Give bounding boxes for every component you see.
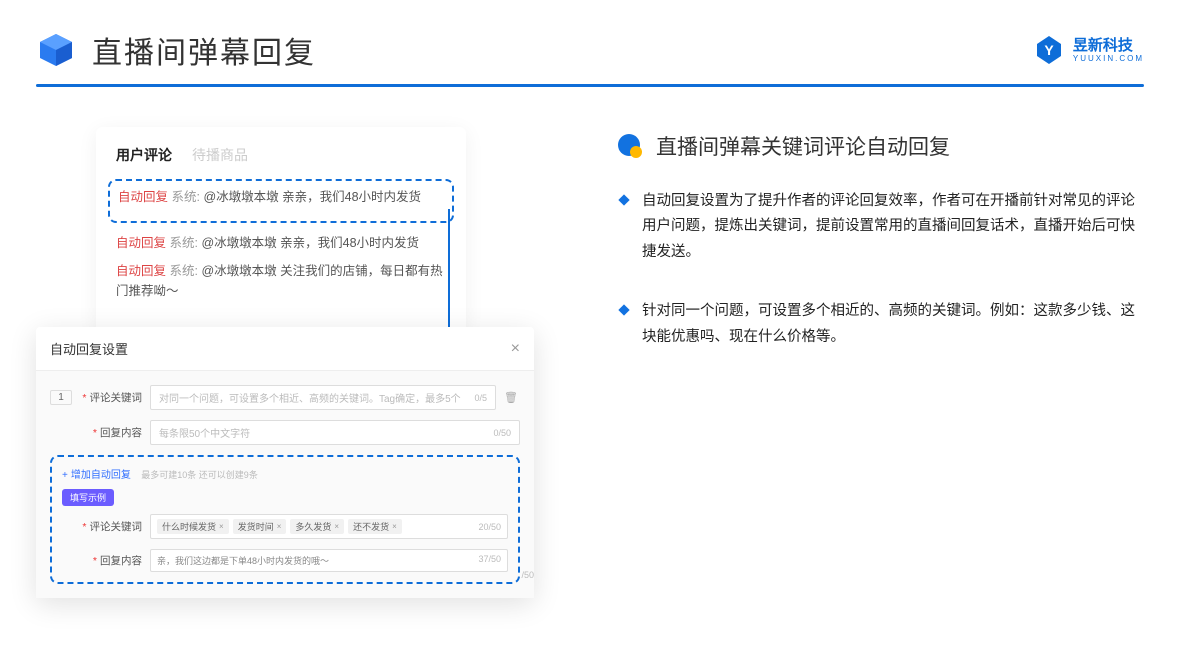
auto-reply-tag: 自动回复 bbox=[116, 236, 166, 250]
section-title: 直播间弹幕关键词评论自动回复 bbox=[656, 131, 950, 161]
page-title: 直播间弹幕回复 bbox=[92, 28, 316, 72]
bullet-text: 自动回复设置为了提升作者的评论回复效率，作者可在开播前针对常见的评论用户问题，提… bbox=[642, 189, 1144, 265]
keyword-input[interactable]: 对同一个问题，可设置多个相近、高频的关键词。Tag确定，最多5个 0/5 bbox=[150, 385, 496, 410]
system-label: 系统: bbox=[172, 190, 200, 204]
example-badge: 填写示例 bbox=[62, 489, 114, 506]
tab-user-comments[interactable]: 用户评论 bbox=[116, 145, 172, 165]
example-chips-input[interactable]: 什么时候发货× 发货时间× 多久发货× 还不发货× 20/50 bbox=[150, 514, 508, 539]
bullet-item: 针对同一个问题，可设置多个相近的、高频的关键词。例如：这款多少钱、这块能优惠吗、… bbox=[620, 299, 1144, 350]
bullet-text: 针对同一个问题，可设置多个相近的、高频的关键词。例如：这款多少钱、这块能优惠吗、… bbox=[642, 299, 1144, 350]
example-keyword-label: *评论关键词 bbox=[82, 519, 142, 534]
diamond-icon bbox=[618, 194, 629, 205]
page-header: 直播间弹幕回复 Y 昱新科技 YUUXIN.COM bbox=[0, 0, 1180, 84]
auto-reply-settings-modal: 自动回复设置 × 1 *评论关键词 对同一个问题，可设置多个相近、高频的关键词。… bbox=[36, 327, 534, 598]
comment-row: 自动回复 系统: @冰墩墩本墩 亲亲，我们48小时内发货 bbox=[118, 187, 444, 207]
svg-text:Y: Y bbox=[1044, 42, 1054, 58]
highlighted-comment: 自动回复 系统: @冰墩墩本墩 亲亲，我们48小时内发货 bbox=[108, 179, 454, 223]
keyword-label: *评论关键词 bbox=[82, 390, 142, 405]
logo-text-en: YUUXIN.COM bbox=[1073, 55, 1144, 63]
content-input[interactable]: 每条限50个中文字符 0/50 bbox=[150, 420, 520, 445]
chip[interactable]: 发货时间× bbox=[233, 519, 287, 534]
description-column: 直播间弹幕关键词评论自动回复 自动回复设置为了提升作者的评论回复效率，作者可在开… bbox=[536, 127, 1144, 384]
comment-body: @冰墩墩本墩 亲亲，我们48小时内发货 bbox=[201, 236, 419, 250]
example-block: 增加自动回复 最多可建10条 还可以创建9条 填写示例 *评论关键词 什么时候发… bbox=[50, 455, 520, 584]
comments-tabs: 用户评论 待播商品 bbox=[116, 145, 446, 165]
auto-reply-tag: 自动回复 bbox=[118, 190, 168, 204]
bullet-item: 自动回复设置为了提升作者的评论回复效率，作者可在开播前针对常见的评论用户问题，提… bbox=[620, 189, 1144, 265]
comments-panel: 用户评论 待播商品 自动回复 系统: @冰墩墩本墩 亲亲，我们48小时内发货 自… bbox=[96, 127, 466, 333]
add-hint: 最多可建10条 还可以创建9条 bbox=[141, 470, 258, 480]
chip[interactable]: 什么时候发货× bbox=[157, 519, 229, 534]
chip[interactable]: 多久发货× bbox=[290, 519, 344, 534]
section-icon bbox=[616, 132, 644, 160]
tab-pending-products[interactable]: 待播商品 bbox=[192, 145, 248, 165]
comment-body: @冰墩墩本墩 亲亲，我们48小时内发货 bbox=[203, 190, 421, 204]
logo-icon: Y bbox=[1033, 34, 1065, 66]
system-label: 系统: bbox=[170, 264, 198, 278]
brand-logo: Y 昱新科技 YUUXIN.COM bbox=[1033, 34, 1144, 66]
auto-reply-tag: 自动回复 bbox=[116, 264, 166, 278]
add-auto-reply-link[interactable]: 增加自动回复 bbox=[62, 470, 131, 481]
comment-row: 自动回复 系统: @冰墩墩本墩 关注我们的店铺，每日都有热门推荐呦～ bbox=[116, 261, 446, 301]
system-label: 系统: bbox=[170, 236, 198, 250]
content-label: *回复内容 bbox=[82, 425, 142, 440]
rule-index: 1 bbox=[50, 390, 72, 405]
example-content-label: *回复内容 bbox=[82, 553, 142, 568]
comment-row: 自动回复 系统: @冰墩墩本墩 亲亲，我们48小时内发货 bbox=[116, 233, 446, 253]
cube-icon bbox=[36, 30, 76, 70]
logo-text-cn: 昱新科技 bbox=[1073, 38, 1144, 53]
screenshot-column: 用户评论 待播商品 自动回复 系统: @冰墩墩本墩 亲亲，我们48小时内发货 自… bbox=[36, 127, 536, 384]
diamond-icon bbox=[618, 304, 629, 315]
chip[interactable]: 还不发货× bbox=[348, 519, 402, 534]
modal-title: 自动回复设置 bbox=[50, 339, 511, 358]
delete-icon[interactable]: 🗑 bbox=[502, 391, 520, 404]
close-icon[interactable]: × bbox=[511, 340, 520, 358]
example-content-input[interactable]: 亲，我们这边都是下单48小时内发货的哦～ 37/50 bbox=[150, 549, 508, 572]
extra-count: /50 bbox=[521, 570, 534, 580]
